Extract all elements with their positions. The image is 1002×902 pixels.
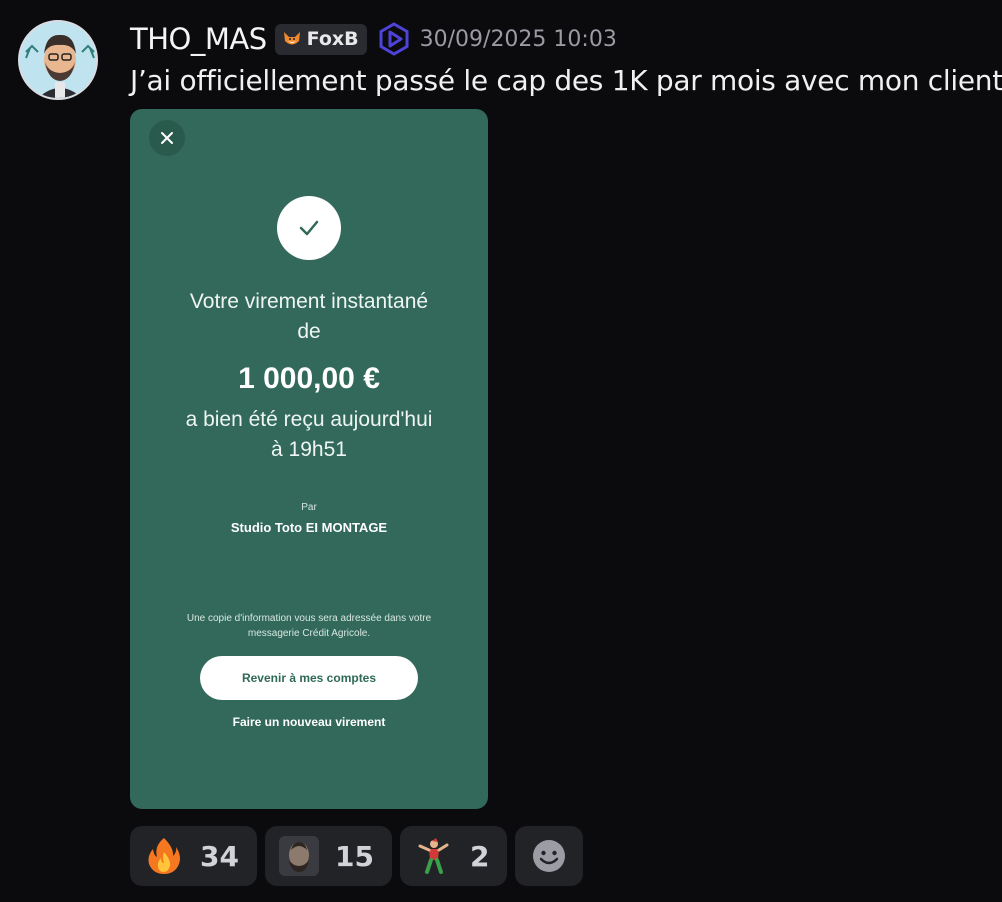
transfer-title-line1: Votre virement instantané xyxy=(189,290,429,313)
fox-icon xyxy=(283,32,300,45)
payer-label: Par xyxy=(301,502,317,513)
close-button[interactable] xyxy=(149,120,185,156)
new-transfer-link[interactable]: Faire un nouveau virement xyxy=(130,715,488,729)
reactions-bar: 34 15 2 xyxy=(130,826,584,886)
copy-info-notice: Une copie d'information vous sera adress… xyxy=(160,611,458,641)
copy-info-line1: Une copie d'information vous sera adress… xyxy=(186,613,432,624)
reaction-count: 2 xyxy=(469,839,490,873)
close-icon xyxy=(161,132,173,144)
transfer-title: Votre virement instantané de xyxy=(130,287,488,347)
add-reaction-button[interactable] xyxy=(515,826,584,886)
success-badge xyxy=(277,196,341,260)
author-name[interactable]: THO_MAS xyxy=(130,22,267,56)
smiley-icon xyxy=(533,840,566,872)
face-sticker-icon xyxy=(278,836,319,876)
payer-name: Studio Toto EI MONTAGE xyxy=(230,520,388,535)
copy-info-line2: messagerie Crédit Agricole. xyxy=(247,628,371,639)
checkmark-icon xyxy=(299,220,319,236)
fire-emoji-icon xyxy=(144,836,184,876)
message-header: THO_MAS FoxB 30/09/2025 10:03 xyxy=(130,18,617,60)
transfer-title-line2: de xyxy=(297,320,321,343)
reaction-count: 15 xyxy=(334,839,374,873)
received-info: a bien été reçu aujourd'hui à 19h51 xyxy=(130,405,488,465)
play-badge-icon xyxy=(379,22,409,56)
message-text: J’ai officiellement passé le cap des 1K … xyxy=(130,64,1002,97)
role-tag-label: FoxB xyxy=(306,28,359,50)
avatar-illustration xyxy=(20,22,96,98)
received-line1: a bien été reçu aujourd'hui xyxy=(185,408,433,431)
reaction-face-sticker[interactable]: 15 xyxy=(264,826,392,886)
message-timestamp: 30/09/2025 10:03 xyxy=(419,26,617,52)
received-line2: à 19h51 xyxy=(271,438,347,461)
attached-image-receipt[interactable]: Votre virement instantané de 1 000,00 € … xyxy=(130,109,488,809)
back-to-accounts-button[interactable]: Revenir à mes comptes xyxy=(200,656,418,700)
user-avatar[interactable] xyxy=(18,20,98,100)
reaction-dancing-figure[interactable]: 2 xyxy=(399,826,508,886)
reaction-count: 34 xyxy=(200,839,239,873)
reaction-fire[interactable]: 34 xyxy=(130,826,257,886)
dancing-figure-icon xyxy=(414,836,454,876)
role-tag[interactable]: FoxB xyxy=(274,23,367,55)
transfer-amount: 1 000,00 € xyxy=(238,362,380,395)
